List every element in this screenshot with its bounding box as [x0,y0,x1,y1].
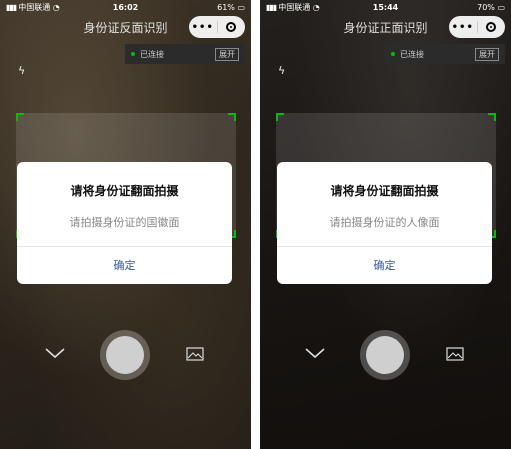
chevron-down-icon[interactable] [44,346,66,360]
battery-level: 61% [217,2,235,12]
wifi-icon: ◔ [310,2,320,12]
connected-dot [131,52,135,56]
shutter-button[interactable] [100,330,150,380]
chevron-down-icon[interactable] [304,346,326,360]
shutter-button[interactable] [360,330,410,380]
close-button[interactable] [218,22,246,32]
status-bar: ▮▮▮ 中国联通 ◔ 16:02 61% ▭ [0,0,251,14]
camera-controls [260,328,511,382]
expand-button[interactable]: 展开 [475,47,499,61]
signal-icon: ▮▮▮ [266,2,277,12]
nav-bar: 身份证正面识别 ••• [260,14,511,40]
miniprogram-capsule: ••• [449,16,505,38]
dialog-message: 请拍摄身份证的人像面 [329,216,440,229]
connected-dot [391,52,395,56]
frame-corner [16,113,24,121]
phone-screen-front: ▮▮▮ 中国联通 ◔ 15:44 70% ▭ 身份证正面识别 ••• 已连接 展开… [260,0,511,449]
more-button[interactable]: ••• [449,22,477,33]
close-icon [486,22,497,32]
shutter-inner [106,336,144,374]
connection-panel: 已连接 展开 [385,44,505,64]
confirm-button[interactable]: 确定 [277,247,492,284]
frame-corner [276,113,284,121]
close-icon [226,22,237,32]
clock: 16:02 [112,2,139,12]
confirm-button[interactable]: 确定 [17,247,232,284]
flip-card-dialog: 请将身份证翻面拍摄 请拍摄身份证的国徽面 确定 [17,162,232,284]
flash-icon[interactable]: ϟ [278,64,285,77]
carrier-label: 中国联通 [278,2,311,12]
dialog-title: 请将身份证翻面拍摄 [70,184,179,198]
clock: 15:44 [372,2,399,12]
phone-screen-back: ▮▮▮ 中国联通 ◔ 16:02 61% ▭ 身份证反面识别 ••• 已连接 展开… [0,0,251,449]
close-button[interactable] [478,22,506,32]
dialog-message: 请拍摄身份证的国徽面 [69,216,180,229]
camera-controls [0,328,251,382]
frame-corner [228,113,236,121]
shutter-inner [366,336,404,374]
nav-bar: 身份证反面识别 ••• [0,14,251,40]
more-button[interactable]: ••• [189,22,217,33]
signal-icon: ▮▮▮ [6,2,17,12]
battery-icon: ▭ [494,2,506,12]
carrier-label: 中国联通 [18,2,51,12]
miniprogram-capsule: ••• [189,16,245,38]
status-bar: ▮▮▮ 中国联通 ◔ 15:44 70% ▭ [260,0,511,14]
expand-button[interactable]: 展开 [215,47,239,61]
flip-card-dialog: 请将身份证翻面拍摄 请拍摄身份证的人像面 确定 [277,162,492,284]
flash-icon[interactable]: ϟ [18,64,25,77]
connection-panel: 已连接 展开 [125,44,245,64]
battery-level: 70% [477,2,495,12]
battery-icon: ▭ [234,2,246,12]
dialog-title: 请将身份证翻面拍摄 [330,184,439,198]
gallery-icon[interactable] [446,347,464,361]
wifi-icon: ◔ [50,2,60,12]
frame-corner [488,113,496,121]
connection-status: 已连接 [140,49,164,59]
connection-status: 已连接 [400,49,424,59]
gallery-icon[interactable] [186,347,204,361]
